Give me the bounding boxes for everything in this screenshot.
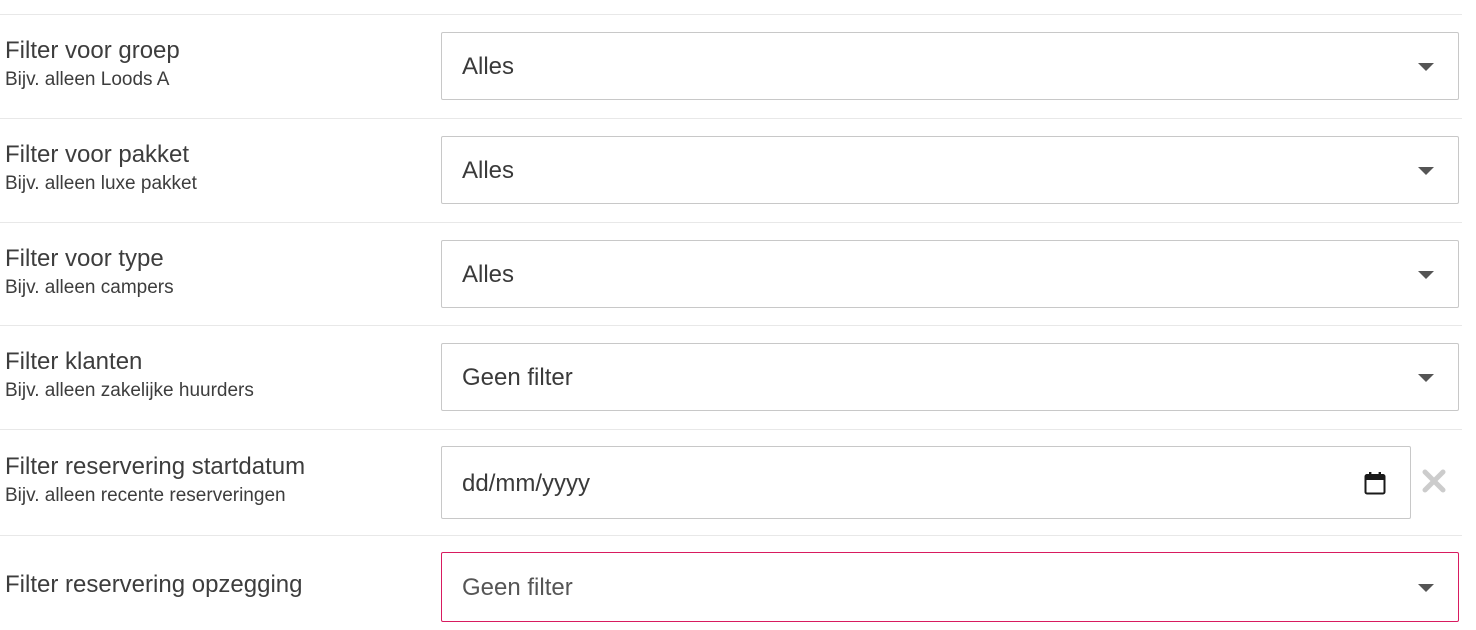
filter-hint: Bijv. alleen recente reserveringen bbox=[5, 485, 286, 506]
filter-hint: Bijv. alleen Loods A bbox=[5, 69, 170, 90]
filter-title: Filter reservering startdatum bbox=[5, 453, 306, 480]
filter-label-block: Filter voor pakket Bijv. alleen luxe pak… bbox=[5, 141, 197, 196]
filter-row-type: Filter voor type Bijv. alleen campers Al… bbox=[0, 223, 1462, 326]
package-filter-select[interactable]: Alles bbox=[441, 136, 1459, 204]
filter-title: Filter voor type bbox=[5, 245, 164, 272]
type-filter-select[interactable]: Alles bbox=[441, 240, 1459, 308]
caret-down-icon bbox=[1418, 374, 1434, 382]
filter-label-block: Filter reservering startdatum Bijv. alle… bbox=[5, 453, 305, 508]
select-value: Alles bbox=[462, 157, 515, 184]
filter-row-cancellation: Filter reservering opzegging Geen filter bbox=[0, 536, 1462, 630]
filter-title: Filter voor groep bbox=[5, 37, 180, 64]
customers-filter-select[interactable]: Geen filter bbox=[441, 343, 1459, 411]
caret-down-icon bbox=[1418, 167, 1434, 175]
filter-label-block: Filter reservering opzegging bbox=[5, 571, 302, 599]
filter-title: Filter klanten bbox=[5, 348, 143, 375]
filter-hint: Bijv. alleen luxe pakket bbox=[5, 173, 197, 194]
select-value: Geen filter bbox=[462, 574, 573, 601]
filter-hint: Bijv. alleen campers bbox=[5, 277, 174, 298]
filter-label-block: Filter voor type Bijv. alleen campers bbox=[5, 245, 174, 300]
filter-row-start-date: Filter reservering startdatum Bijv. alle… bbox=[0, 430, 1462, 536]
filter-row-customers: Filter klanten Bijv. alleen zakelijke hu… bbox=[0, 326, 1462, 430]
filter-title: Filter reservering opzegging bbox=[5, 571, 303, 598]
close-icon[interactable] bbox=[1421, 468, 1447, 494]
caret-down-icon bbox=[1418, 63, 1434, 71]
filter-label-block: Filter klanten Bijv. alleen zakelijke hu… bbox=[5, 348, 254, 403]
caret-down-icon bbox=[1418, 584, 1434, 592]
start-date-input[interactable]: dd/mm/yyyy bbox=[441, 446, 1411, 519]
filter-hint: Bijv. alleen zakelijke huurders bbox=[5, 380, 254, 401]
caret-down-icon bbox=[1418, 271, 1434, 279]
filter-title: Filter voor pakket bbox=[5, 141, 190, 168]
date-placeholder: dd/mm/yyyy bbox=[462, 470, 591, 497]
filter-row-package: Filter voor pakket Bijv. alleen luxe pak… bbox=[0, 119, 1462, 223]
cancellation-filter-select[interactable]: Geen filter bbox=[441, 552, 1459, 622]
select-value: Alles bbox=[462, 53, 515, 80]
select-value: Alles bbox=[462, 261, 515, 288]
filter-label-block: Filter voor groep Bijv. alleen Loods A bbox=[5, 37, 180, 92]
calendar-icon[interactable] bbox=[1364, 471, 1386, 495]
filter-row-group: Filter voor groep Bijv. alleen Loods A A… bbox=[0, 15, 1462, 119]
select-value: Geen filter bbox=[462, 364, 573, 391]
group-filter-select[interactable]: Alles bbox=[441, 32, 1459, 100]
